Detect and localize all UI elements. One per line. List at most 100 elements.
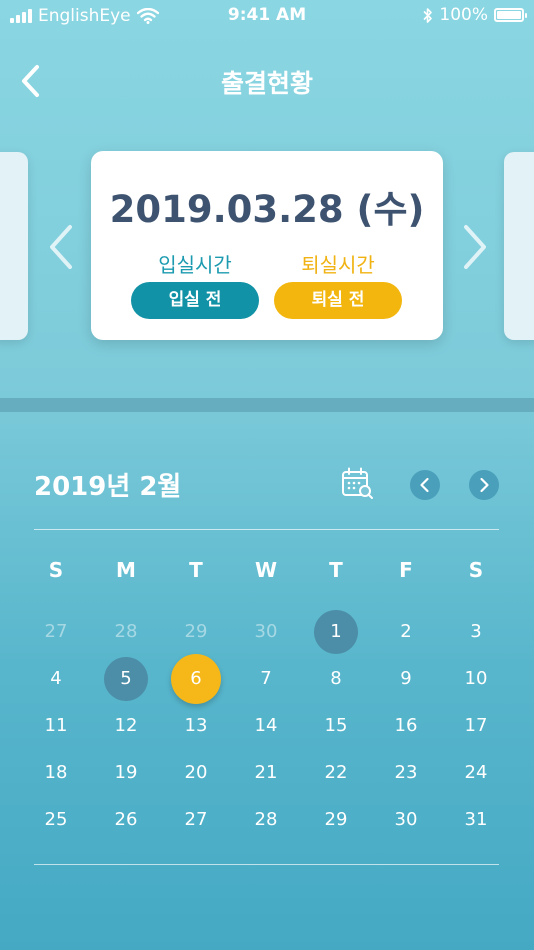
calendar-day-number: 10 (464, 668, 488, 689)
calendar-day-marked[interactable]: 1 (301, 608, 371, 655)
attendance-screen: EnglishEye 9:41 AM 100% 출결현황 2019.03.28 … (0, 0, 534, 950)
previous-date-card[interactable] (0, 152, 28, 340)
previous-month-button[interactable] (410, 470, 440, 500)
calendar-day[interactable]: 20 (161, 749, 231, 796)
calendar-day[interactable]: 23 (371, 749, 441, 796)
calendar-picker-button[interactable] (340, 466, 374, 500)
weekday-label: T (189, 558, 203, 582)
calendar-day-marked[interactable]: 5 (91, 655, 161, 702)
calendar-day-selected[interactable]: 6 (161, 653, 231, 704)
calendar-day[interactable]: 7 (231, 655, 301, 702)
next-date-card[interactable] (504, 152, 534, 340)
checkout-label: 퇴실시간 (301, 253, 375, 277)
calendar-day[interactable]: 31 (441, 796, 511, 843)
calendar-day[interactable]: 17 (441, 702, 511, 749)
chevron-right-icon (464, 225, 486, 269)
calendar-day-number: 11 (44, 715, 68, 736)
calendar-day[interactable]: 11 (21, 702, 91, 749)
calendar-day-number: 7 (260, 668, 272, 689)
calendar-day-number: 22 (324, 762, 348, 783)
calendar-day-number: 30 (254, 621, 278, 642)
calendar-day[interactable]: 16 (371, 702, 441, 749)
calendar-day[interactable]: 28 (91, 608, 161, 655)
previous-date-button[interactable] (46, 222, 76, 272)
calendar-day-number: 4 (50, 668, 62, 689)
calendar-day-number: 28 (254, 809, 278, 830)
calendar-day-number: 29 (184, 621, 208, 642)
calendar-day-number: 29 (324, 809, 348, 830)
calendar-day-number: 15 (324, 715, 348, 736)
calendar-day-number: 23 (394, 762, 418, 783)
calendar-day[interactable]: 27 (161, 796, 231, 843)
calendar-day[interactable]: 14 (231, 702, 301, 749)
calendar-day[interactable]: 22 (301, 749, 371, 796)
calendar-day[interactable]: 19 (91, 749, 161, 796)
calendar-day[interactable]: 3 (441, 608, 511, 655)
calendar-day[interactable]: 29 (161, 608, 231, 655)
weekday-label: S (468, 558, 484, 582)
calendar-day[interactable]: 26 (91, 796, 161, 843)
chevron-left-icon (50, 225, 72, 269)
calendar-day[interactable]: 18 (21, 749, 91, 796)
calendar-day[interactable]: 2 (371, 608, 441, 655)
section-divider (0, 398, 534, 412)
calendar-day[interactable]: 4 (21, 655, 91, 702)
calendar-day-number: 24 (464, 762, 488, 783)
calendar-day-number: 5 (104, 656, 148, 701)
calendar-day-number: 30 (394, 809, 418, 830)
calendar-day[interactable]: 15 (301, 702, 371, 749)
calendar-day[interactable]: 8 (301, 655, 371, 702)
calendar-day[interactable]: 9 (371, 655, 441, 702)
calendar-day-number: 28 (114, 621, 138, 642)
calendar-day[interactable]: 30 (371, 796, 441, 843)
calendar-day[interactable]: 12 (91, 702, 161, 749)
calendar-day-number: 13 (184, 715, 208, 736)
weekday-header: S M T W T F S (21, 552, 511, 588)
weekday-label: W (254, 558, 278, 582)
battery-icon (494, 8, 527, 22)
calendar-day[interactable]: 10 (441, 655, 511, 702)
calendar-days: 27 28 29 30 1 2 3 4 5 6 7 8 9 10 11 12 13 14 15 16 17 18 19 20 2… (21, 608, 511, 843)
calendar-day-number: 31 (464, 809, 488, 830)
calendar-day-number: 26 (114, 809, 138, 830)
calendar-day[interactable]: 28 (231, 796, 301, 843)
calendar-day[interactable]: 27 (21, 608, 91, 655)
calendar-month-title: 2019년 2월 (34, 472, 182, 502)
calendar-day-number: 6 (171, 653, 221, 704)
weekday-label: M (116, 558, 136, 582)
calendar-grid: S M T W T F S 27 28 29 30 1 2 3 4 5 6 7 8 9 10 11 12 13 1… (21, 552, 511, 843)
calendar-day-number: 12 (114, 715, 138, 736)
page-title: 출결현황 (220, 69, 313, 98)
next-month-button[interactable] (469, 470, 499, 500)
weekday-label: S (48, 558, 64, 582)
calendar-day[interactable]: 30 (231, 608, 301, 655)
calendar-day-number: 14 (254, 715, 278, 736)
next-date-button[interactable] (460, 222, 490, 272)
checkin-label: 입실시간 (158, 253, 232, 277)
calendar-day-number: 20 (184, 762, 208, 783)
calendar-day-number: 21 (254, 762, 278, 783)
calendar-day-number: 8 (330, 668, 342, 689)
calendar-day-number: 27 (184, 809, 208, 830)
calendar-day-number: 19 (114, 762, 138, 783)
chevron-left-icon (420, 477, 429, 493)
calendar-day-number: 27 (44, 621, 68, 642)
checkin-status-button[interactable]: 입실 전 (131, 282, 259, 319)
checkout-status-button[interactable]: 퇴실 전 (274, 282, 402, 319)
calendar-day-number: 3 (470, 621, 482, 642)
calendar-day-number: 2 (400, 621, 412, 642)
calendar-day[interactable]: 25 (21, 796, 91, 843)
calendar-bottom-divider (34, 864, 499, 865)
chevron-right-icon (480, 477, 489, 493)
calendar-top-divider (34, 529, 499, 530)
card-date: 2019.03.28 (수) (109, 188, 425, 231)
calendar-day-number: 25 (44, 809, 68, 830)
calendar-day-number: 16 (394, 715, 418, 736)
calendar-icon (342, 467, 373, 499)
calendar-day[interactable]: 21 (231, 749, 301, 796)
calendar-day[interactable]: 29 (301, 796, 371, 843)
calendar-day[interactable]: 13 (161, 702, 231, 749)
calendar-day[interactable]: 24 (441, 749, 511, 796)
weekday-label: T (329, 558, 343, 582)
weekday-label: F (399, 558, 413, 582)
